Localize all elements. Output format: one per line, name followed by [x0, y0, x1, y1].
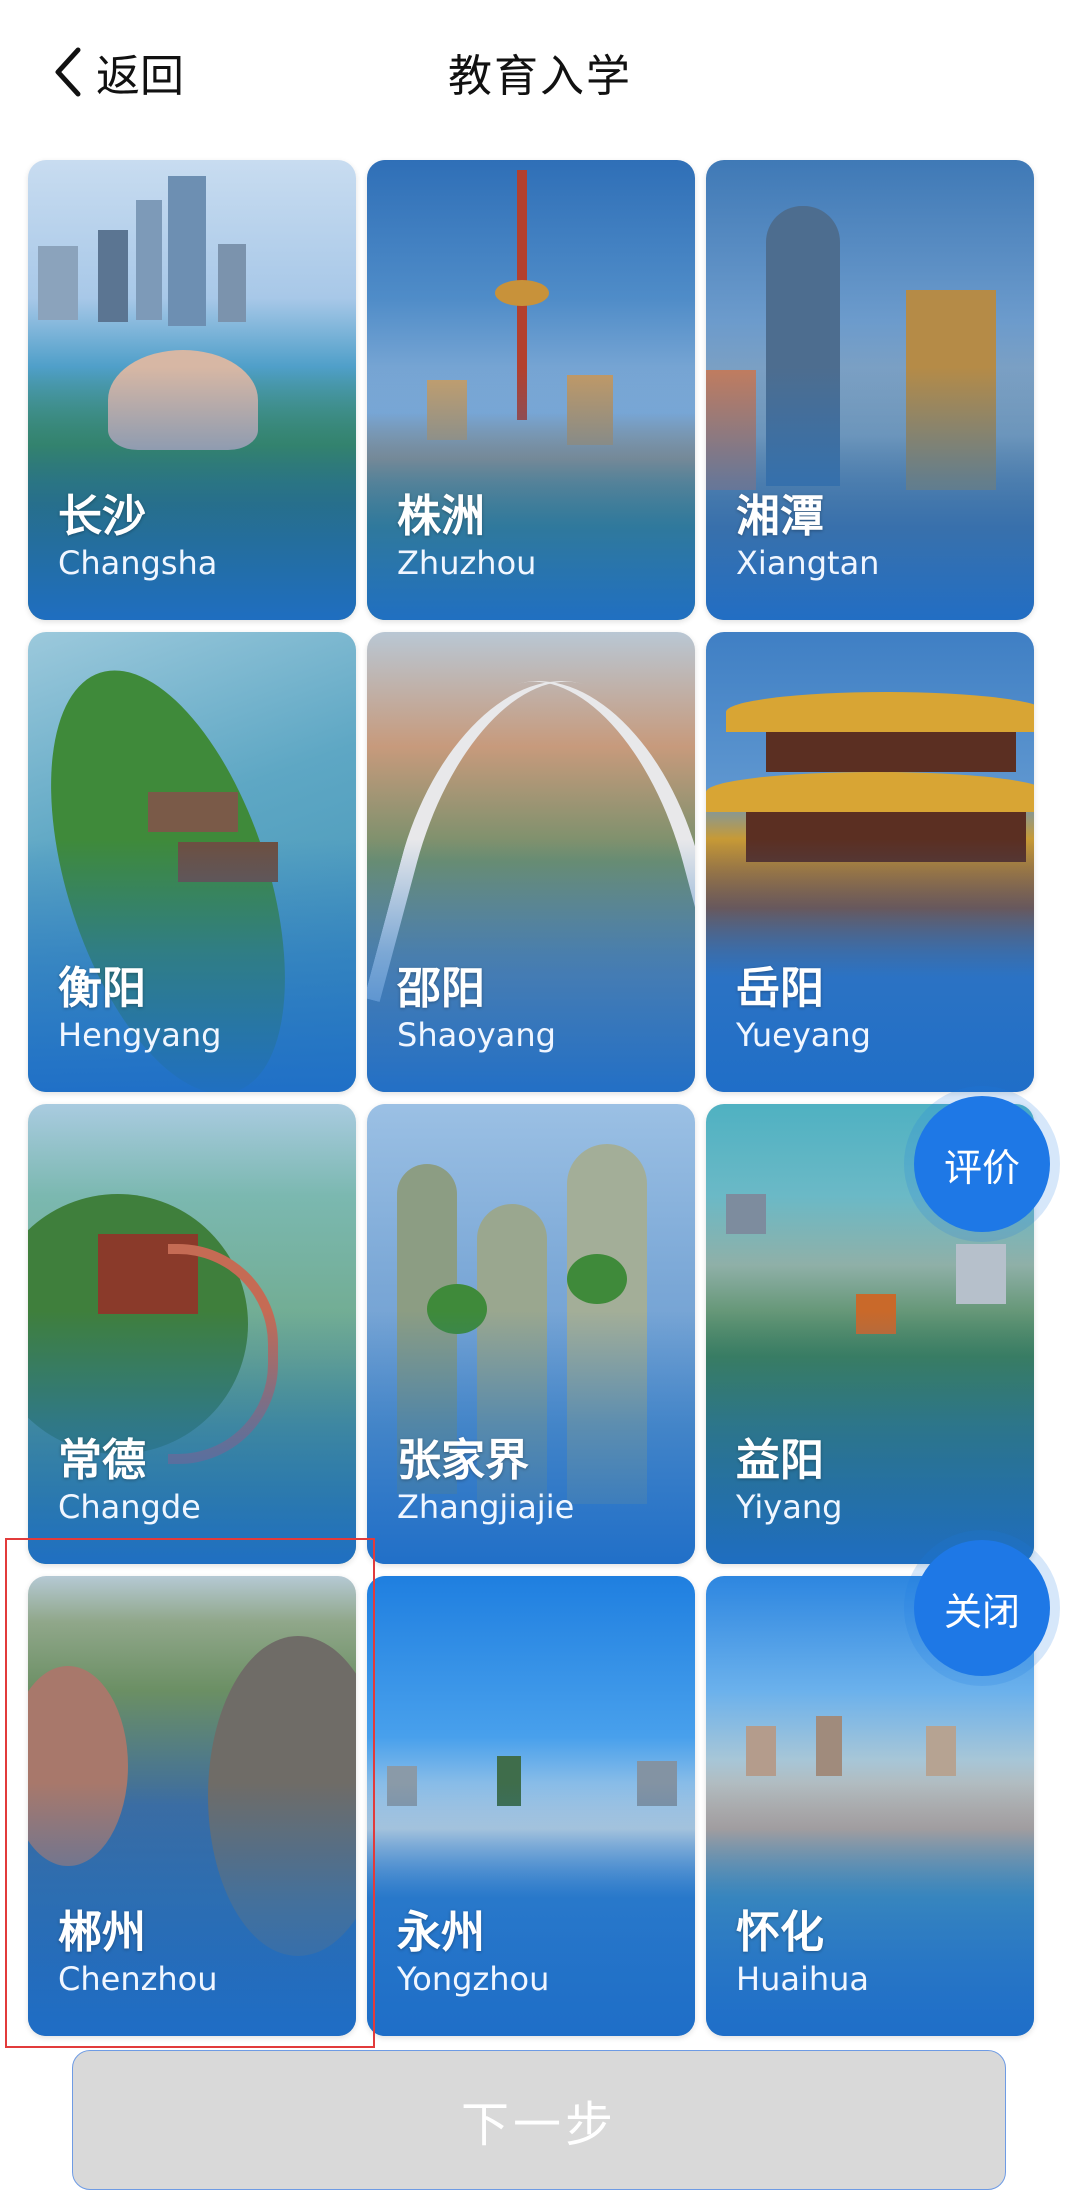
city-name-en: Yongzhou	[397, 1960, 550, 1998]
city-name-cn: 益阳	[736, 1435, 824, 1486]
city-name-cn: 郴州	[58, 1907, 146, 1958]
city-card-xiangtan[interactable]: 湘潭 Xiangtan	[706, 160, 1034, 620]
city-name-en: Zhangjiajie	[397, 1488, 575, 1526]
city-name-cn: 长沙	[58, 491, 146, 542]
city-name-en: Hengyang	[58, 1016, 222, 1054]
city-name-cn: 岳阳	[736, 963, 824, 1014]
city-card-hengyang[interactable]: 衡阳 Hengyang	[28, 632, 356, 1092]
city-card-changsha[interactable]: 长沙 Changsha	[28, 160, 356, 620]
city-name-cn: 湘潭	[736, 491, 824, 542]
city-name-cn: 怀化	[736, 1907, 824, 1958]
city-name-cn: 常德	[58, 1435, 146, 1486]
city-name-en: Huaihua	[736, 1960, 870, 1998]
rate-button[interactable]: 评价	[914, 1096, 1050, 1232]
city-card-yueyang[interactable]: 岳阳 Yueyang	[706, 632, 1034, 1092]
city-name-cn: 张家界	[397, 1435, 529, 1486]
city-name-cn: 株洲	[397, 491, 485, 542]
city-name-cn: 永州	[397, 1907, 485, 1958]
city-card-changde[interactable]: 常德 Changde	[28, 1104, 356, 1564]
city-card-zhangjiajie[interactable]: 张家界 Zhangjiajie	[367, 1104, 695, 1564]
city-name-en: Changde	[58, 1488, 201, 1526]
city-name-en: Zhuzhou	[397, 544, 537, 582]
city-card-chenzhou[interactable]: 郴州 Chenzhou	[28, 1576, 356, 2036]
city-name-cn: 衡阳	[58, 963, 146, 1014]
city-card-yongzhou[interactable]: 永州 Yongzhou	[367, 1576, 695, 2036]
city-name-en: Yueyang	[736, 1016, 871, 1054]
city-name-en: Yiyang	[736, 1488, 843, 1526]
city-card-shaoyang[interactable]: 邵阳 Shaoyang	[367, 632, 695, 1092]
header: 返回 教育入学	[0, 0, 1080, 150]
city-name-en: Chenzhou	[58, 1960, 218, 1998]
city-name-en: Changsha	[58, 544, 218, 582]
next-step-button[interactable]: 下一步	[72, 2050, 1006, 2190]
city-card-zhuzhou[interactable]: 株洲 Zhuzhou	[367, 160, 695, 620]
close-button[interactable]: 关闭	[914, 1540, 1050, 1676]
page-title: 教育入学	[448, 51, 632, 102]
city-name-en: Shaoyang	[397, 1016, 556, 1054]
city-name-cn: 邵阳	[397, 963, 485, 1014]
city-name-en: Xiangtan	[736, 544, 880, 582]
